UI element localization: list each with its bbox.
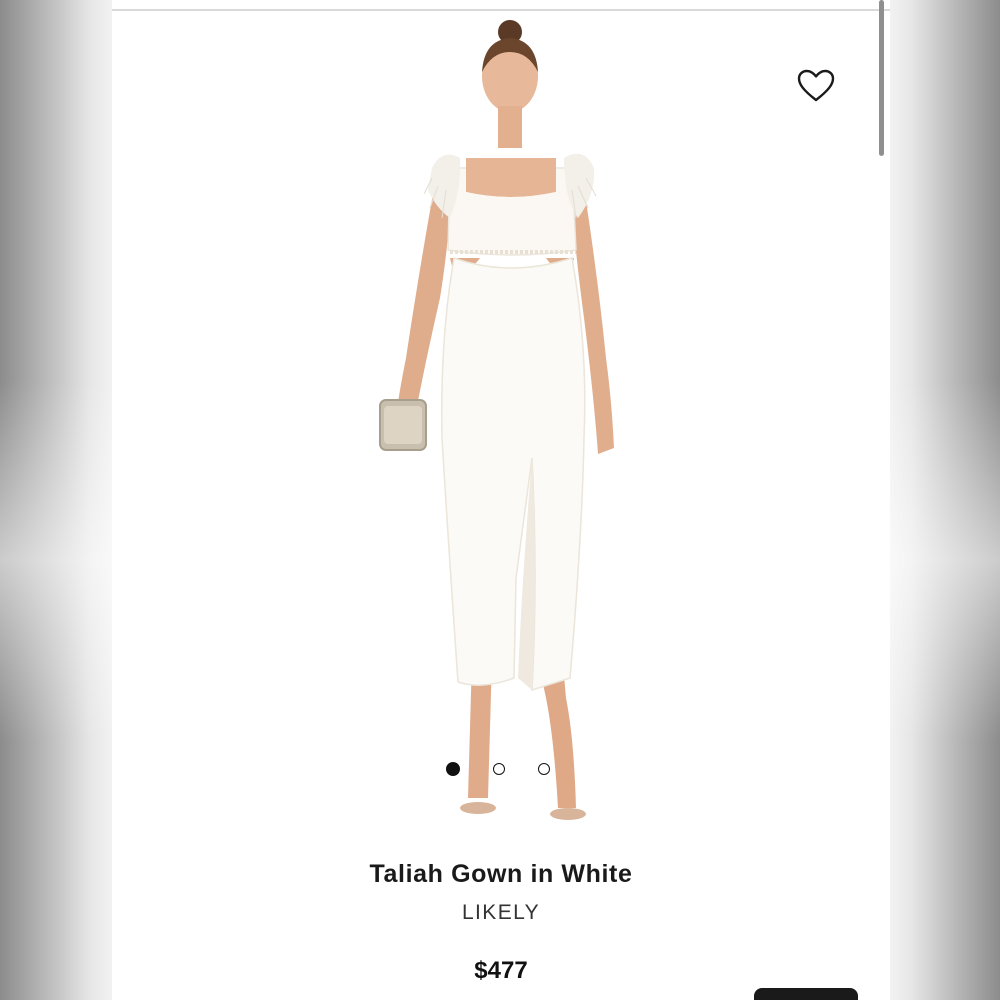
wishlist-button[interactable] xyxy=(796,66,836,106)
product-price: $477 xyxy=(474,957,528,984)
gallery-dot-3[interactable] xyxy=(538,763,550,775)
floating-action-button[interactable] xyxy=(754,988,858,1000)
gallery-dot-1[interactable] xyxy=(446,762,460,776)
heart-outline-icon xyxy=(797,69,835,102)
gallery-dot-2[interactable] xyxy=(493,763,505,775)
left-backdrop xyxy=(0,0,112,1000)
product-page: Taliah Gown in White LIKELY $477 xyxy=(112,0,890,1000)
scrollbar[interactable] xyxy=(879,0,884,156)
top-divider xyxy=(112,9,890,11)
right-backdrop xyxy=(890,0,1000,1000)
gallery-pagination xyxy=(446,762,550,776)
product-image[interactable] xyxy=(332,18,632,848)
product-title: Taliah Gown in White xyxy=(369,860,633,888)
product-brand[interactable]: LIKELY xyxy=(112,901,890,925)
